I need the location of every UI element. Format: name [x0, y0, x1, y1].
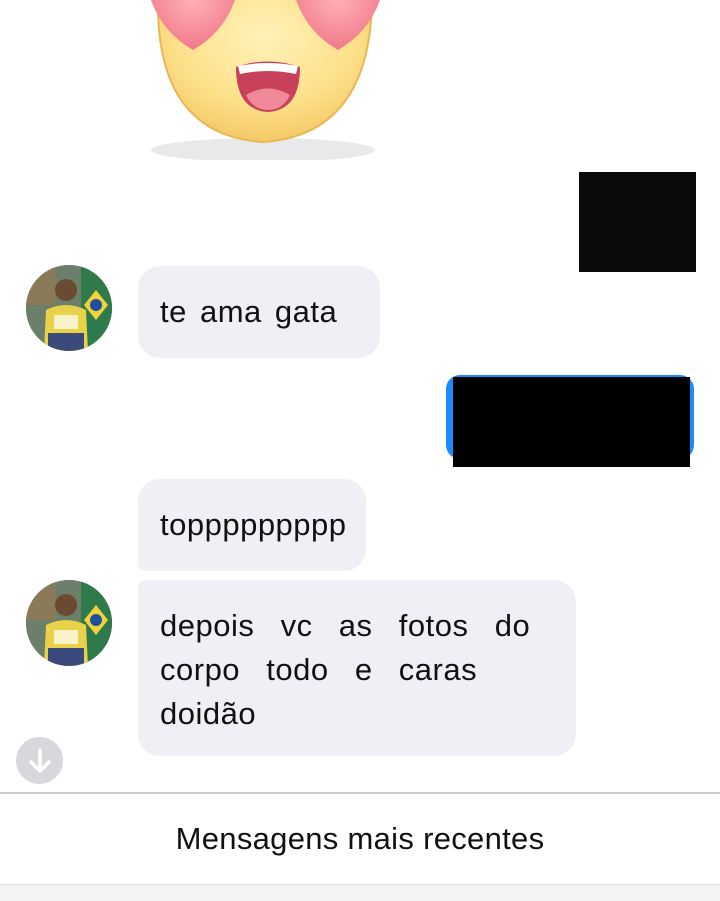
avatar[interactable]	[26, 265, 112, 351]
message-text-line: depois vc as fotos do	[160, 608, 531, 643]
message-text: te ama gata	[160, 294, 338, 329]
scroll-down-button[interactable]	[16, 737, 63, 784]
redacted-sent-image	[579, 172, 696, 272]
message-text: toppppppppp	[160, 507, 347, 542]
message-text-line: corpo todo e caras	[160, 652, 478, 687]
heart-eyes-face-icon[interactable]	[128, 0, 398, 162]
chat-thread: te ama gata toppppppppp depois vc as fot…	[0, 0, 720, 792]
recent-messages-button[interactable]: Mensagens mais recentes	[0, 794, 720, 884]
redacted-sent-message	[453, 377, 690, 467]
message-text-line: doidão	[160, 696, 257, 731]
avatar[interactable]	[26, 580, 112, 666]
recent-messages-label: Mensagens mais recentes	[175, 821, 545, 856]
received-message-bubble[interactable]: toppppppppp	[138, 479, 366, 571]
arrow-down-icon	[28, 747, 51, 773]
bottom-divider	[0, 884, 720, 901]
received-message-bubble[interactable]: te ama gata	[138, 266, 380, 358]
received-message-bubble[interactable]: depois vc as fotos do corpo todo e caras…	[138, 580, 576, 756]
